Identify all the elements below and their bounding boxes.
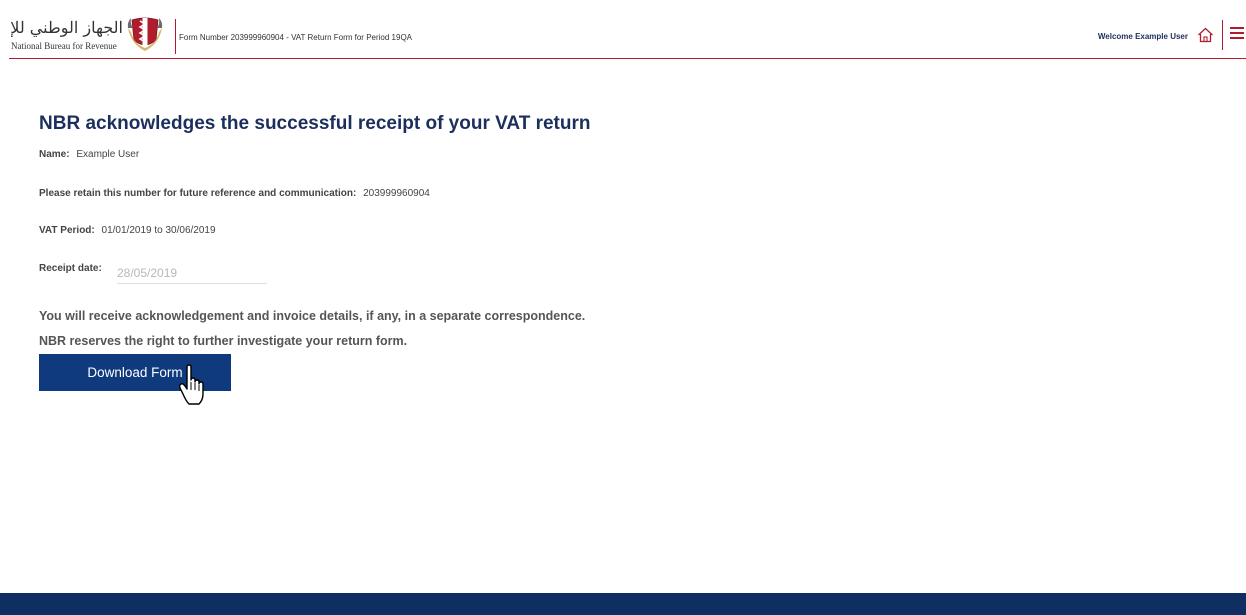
logo-english-text: National Bureau for Revenue: [11, 41, 117, 51]
header: الجهاز الوطني للإيرادات National Bureau …: [9, 14, 1246, 59]
name-row: Name: Example User: [39, 149, 139, 160]
logo-arabic-text: الجهاز الوطني للإيرادات: [11, 18, 123, 37]
header-divider: [175, 19, 176, 54]
form-title: Form Number 203999960904 - VAT Return Fo…: [179, 33, 412, 42]
vat-period-label: VAT Period:: [39, 225, 95, 236]
receipt-date-row: Receipt date:: [39, 263, 102, 274]
reference-label: Please retain this number for future ref…: [39, 188, 357, 199]
menu-divider: [1222, 20, 1223, 50]
welcome-text: Welcome Example User: [1097, 32, 1188, 41]
bahrain-emblem-icon: [127, 17, 163, 51]
hamburger-menu-icon[interactable]: [1230, 27, 1244, 41]
name-value: Example User: [76, 149, 140, 160]
reference-number: 203999960904: [363, 188, 430, 199]
vat-period-row: VAT Period: 01/01/2019 to 30/06/2019: [39, 225, 216, 236]
menu-bar: [1230, 27, 1244, 29]
acknowledgement-notice: You will receive acknowledgement and inv…: [39, 309, 586, 323]
home-icon[interactable]: [1197, 27, 1214, 43]
reference-row: Please retain this number for future ref…: [39, 188, 430, 199]
menu-bar: [1230, 32, 1244, 34]
receipt-date-field[interactable]: [117, 263, 267, 284]
receipt-date-label: Receipt date:: [39, 263, 102, 274]
name-label: Name:: [39, 149, 70, 160]
nbr-logo[interactable]: الجهاز الوطني للإيرادات National Bureau …: [9, 14, 169, 58]
vat-period-value: 01/01/2019 to 30/06/2019: [101, 225, 216, 236]
page: الجهاز الوطني للإيرادات National Bureau …: [0, 0, 1246, 615]
investigation-notice: NBR reserves the right to further invest…: [39, 334, 408, 348]
download-form-button[interactable]: Download Form: [39, 354, 231, 391]
footer: [0, 593, 1246, 615]
page-title: NBR acknowledges the successful receipt …: [39, 113, 591, 134]
menu-bar: [1230, 37, 1244, 39]
